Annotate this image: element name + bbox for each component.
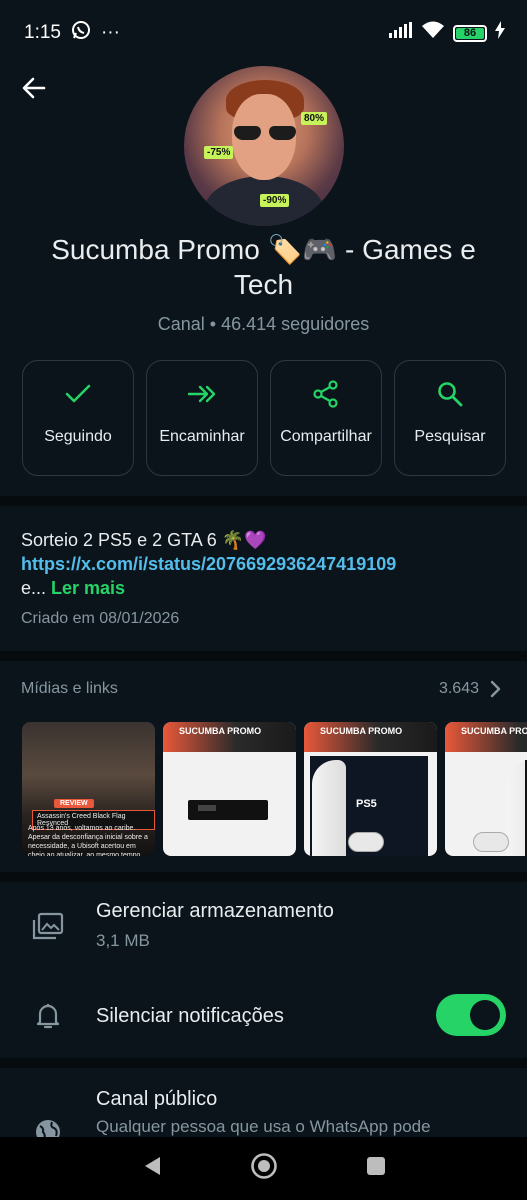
ps5-logo: PS5 bbox=[356, 798, 377, 810]
media-thumbnail[interactable]: REVIEW Assassin's Creed Black Flag Resyn… bbox=[22, 722, 155, 856]
channel-subtitle: Canal • 46.414 seguidores bbox=[157, 314, 370, 334]
action-buttons: Seguindo Encaminhar Compartilhar Pesquis… bbox=[22, 360, 506, 476]
promo-banner-text: SUCUMBA PROMO bbox=[320, 726, 403, 736]
system-nav-bar bbox=[0, 1137, 527, 1200]
forward-icon bbox=[187, 379, 217, 409]
section-divider bbox=[0, 1058, 527, 1068]
ram-memory-image bbox=[188, 800, 268, 820]
manage-storage-row[interactable]: Gerenciar armazenamento 3,1 MB bbox=[0, 900, 527, 951]
promo-banner: SUCUMBA PROMO bbox=[304, 722, 437, 752]
signal-icon bbox=[389, 22, 413, 44]
created-date: Criado em 08/01/2026 bbox=[21, 610, 180, 627]
description-text: Sorteio 2 PS5 e 2 GTA 6 🌴💜 bbox=[21, 530, 267, 550]
share-icon bbox=[313, 379, 339, 409]
review-text: Após 13 anos, voltamos ao caribe. Apesar… bbox=[28, 825, 148, 856]
public-channel-desc: Qualquer pessoa que usa o WhatsApp pode bbox=[96, 1117, 431, 1136]
battery-icon: 86 bbox=[453, 24, 487, 42]
promo-banner-text: SUCUMBA PROMO bbox=[179, 726, 262, 736]
battery-level: 86 bbox=[463, 27, 477, 39]
share-label: Compartilhar bbox=[280, 428, 372, 445]
description-ellipsis: e... bbox=[21, 578, 47, 598]
ps5-console-image bbox=[507, 760, 527, 856]
nav-home-icon[interactable] bbox=[250, 1152, 278, 1185]
search-icon bbox=[437, 379, 463, 409]
media-count: 3.643 bbox=[438, 680, 479, 697]
avatar-tag: -75% bbox=[204, 146, 234, 159]
media-links-header[interactable]: Mídias e links 3.643 bbox=[21, 680, 501, 698]
arrow-left-icon bbox=[22, 77, 46, 99]
bell-icon bbox=[0, 1002, 96, 1030]
channel-avatar[interactable]: 80% -75% -90% bbox=[184, 66, 344, 226]
mute-toggle[interactable] bbox=[436, 994, 506, 1036]
search-button[interactable]: Pesquisar bbox=[394, 360, 506, 476]
check-icon bbox=[65, 379, 91, 409]
controller-image bbox=[348, 832, 384, 852]
channel-title: Sucumba Promo 🏷️🎮 - Games e Tech bbox=[51, 234, 476, 300]
search-label: Pesquisar bbox=[414, 428, 486, 445]
storage-size: 3,1 MB bbox=[96, 931, 150, 950]
channel-description: Sorteio 2 PS5 e 2 GTA 6 🌴💜 https://x.com… bbox=[21, 528, 511, 600]
review-tag: REVIEW bbox=[54, 799, 94, 808]
media-thumbnail[interactable]: SUCUMBA PROMO bbox=[445, 722, 527, 856]
media-thumbnail[interactable]: SUCUMBA PROMO PS5 bbox=[304, 722, 437, 856]
public-channel-title: Canal público bbox=[96, 1088, 218, 1110]
avatar-tag: -90% bbox=[260, 194, 290, 207]
media-thumbnail[interactable]: SUCUMBA PROMO bbox=[163, 722, 296, 856]
whatsapp-icon bbox=[71, 20, 91, 46]
wifi-icon bbox=[421, 21, 445, 45]
promo-banner: SUCUMBA PROMO bbox=[163, 722, 296, 752]
media-links-label: Mídias e links bbox=[21, 680, 118, 697]
promo-banner: SUCUMBA PROMO bbox=[445, 722, 527, 752]
chevron-right-icon bbox=[490, 680, 501, 698]
storage-title: Gerenciar armazenamento bbox=[96, 900, 334, 922]
charging-icon bbox=[495, 21, 505, 45]
toggle-knob bbox=[470, 1000, 500, 1030]
storage-icon bbox=[0, 912, 96, 940]
section-divider bbox=[0, 496, 527, 506]
status-time: 1:15 bbox=[24, 22, 61, 43]
back-button[interactable] bbox=[14, 68, 54, 108]
following-button[interactable]: Seguindo bbox=[22, 360, 134, 476]
share-button[interactable]: Compartilhar bbox=[270, 360, 382, 476]
avatar-tag: 80% bbox=[301, 112, 328, 125]
media-thumbnails: REVIEW Assassin's Creed Black Flag Resyn… bbox=[22, 722, 527, 856]
description-link[interactable]: https://x.com/i/status/20766929362474191… bbox=[21, 552, 511, 576]
following-label: Seguindo bbox=[44, 428, 112, 445]
forward-button[interactable]: Encaminhar bbox=[146, 360, 258, 476]
promo-banner-text: SUCUMBA PROMO bbox=[461, 726, 527, 736]
section-divider bbox=[0, 872, 527, 882]
section-divider bbox=[0, 651, 527, 661]
controller-image bbox=[473, 832, 509, 852]
nav-recents-icon[interactable] bbox=[366, 1156, 386, 1181]
read-more-link[interactable]: Ler mais bbox=[51, 578, 125, 598]
status-bar: 1:15 ··· 86 bbox=[0, 0, 527, 66]
forward-label: Encaminhar bbox=[159, 428, 245, 445]
nav-back-icon[interactable] bbox=[142, 1155, 162, 1182]
more-notifications: ··· bbox=[100, 22, 120, 43]
